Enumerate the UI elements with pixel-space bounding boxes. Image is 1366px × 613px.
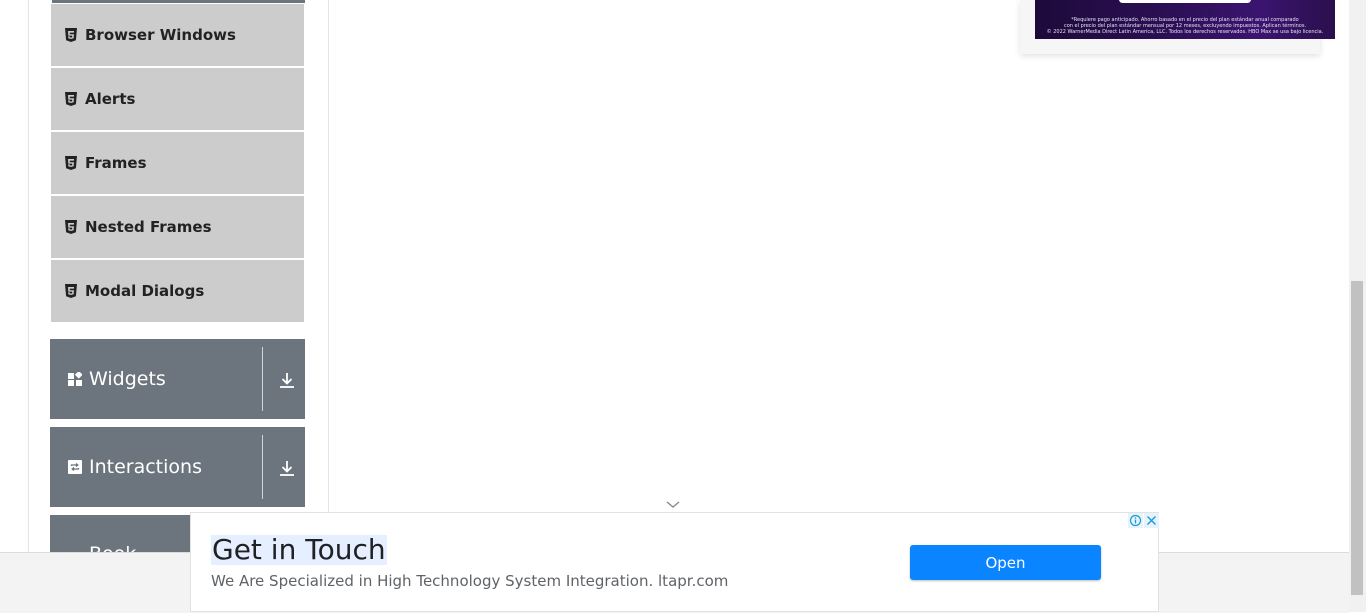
group-header-book-store[interactable]: Book Store — [50, 515, 190, 552]
menu-group-header-bottom — [52, 0, 305, 3]
ad-title[interactable]: Get in Touch — [211, 535, 387, 565]
menu-item-nested-frames[interactable]: Nested Frames — [51, 196, 304, 258]
sidebar-divider — [328, 0, 329, 552]
info-icon[interactable] — [1128, 513, 1143, 528]
ad-bottom-banner[interactable]: Get in Touch We Are Specialized in High … — [190, 512, 1159, 612]
group-label: Interactions — [89, 456, 202, 478]
ad-open-button[interactable]: Open — [910, 545, 1101, 580]
group-divider — [262, 347, 263, 411]
group-divider — [262, 435, 263, 499]
menu-item-label: Nested Frames — [85, 218, 212, 236]
menu-item-alerts[interactable]: Alerts — [51, 68, 304, 130]
close-icon[interactable] — [1144, 513, 1159, 528]
group-label: Book Store — [89, 543, 190, 552]
page-left-border — [28, 0, 29, 552]
scrollbar-thumb[interactable] — [1351, 281, 1363, 595]
html5-icon — [65, 156, 77, 170]
menu-item-label: Modal Dialogs — [85, 282, 205, 300]
html5-icon — [65, 92, 77, 106]
download-icon[interactable] — [278, 459, 296, 477]
menu-item-modal-dialogs[interactable]: Modal Dialogs — [51, 260, 304, 322]
interactions-icon — [68, 460, 82, 474]
menu-item-label: Alerts — [85, 90, 136, 108]
html5-icon — [65, 284, 77, 298]
html5-icon — [65, 220, 77, 234]
group-label: Widgets — [89, 368, 166, 390]
download-icon[interactable] — [278, 371, 296, 389]
group-header-widgets[interactable]: Widgets — [50, 339, 305, 419]
ad-top-fine-print: *Requiere pago anticipado. Ahorro basado… — [1035, 17, 1335, 35]
html5-icon — [65, 28, 77, 42]
group-header-interactions[interactable]: Interactions — [50, 427, 305, 507]
menu-item-browser-windows[interactable]: Browser Windows — [51, 4, 304, 66]
widgets-icon — [68, 372, 82, 386]
ad-fine-line: © 2022 WarnerMedia Direct Latin America,… — [1046, 29, 1324, 35]
ad-description[interactable]: We Are Specialized in High Technology Sy… — [211, 572, 728, 590]
ad-top-banner[interactable]: *Requiere pago anticipado. Ahorro basado… — [1035, 0, 1335, 39]
menu-item-frames[interactable]: Frames — [51, 132, 304, 194]
menu-item-label: Browser Windows — [85, 26, 236, 44]
menu-item-label: Frames — [85, 154, 147, 172]
ad-top-cta-pill[interactable] — [1119, 0, 1251, 3]
chevron-down-icon[interactable] — [665, 498, 681, 510]
